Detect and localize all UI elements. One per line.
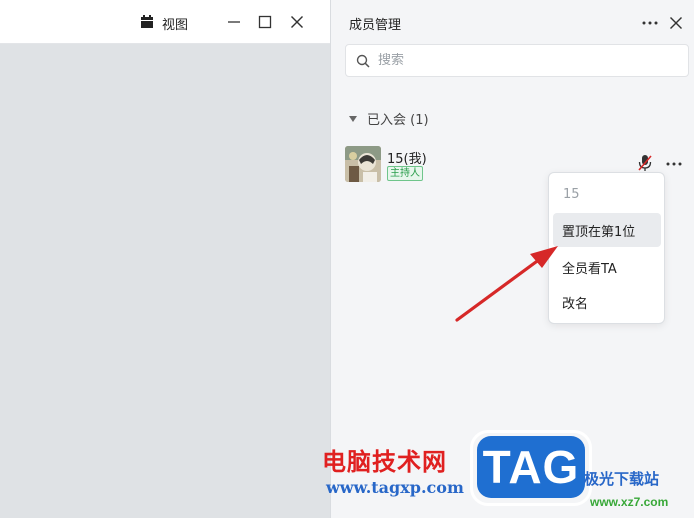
video-area (0, 44, 330, 518)
search-icon (356, 54, 370, 68)
view-button-label: 视图 (162, 17, 189, 33)
panel-close-button[interactable] (665, 12, 687, 34)
minimize-icon (228, 21, 240, 23)
joined-section-label: 已入会 (1) (367, 113, 429, 128)
member-context-menu: 15 置顶在第1位 全员看TA 改名 (548, 172, 665, 324)
watermark-site-url: www.tagxp.com (326, 478, 464, 497)
member-name: 15(我) (387, 152, 427, 167)
menu-item-spotlight[interactable]: 全员看TA (553, 250, 661, 284)
watermark-logo-text: TAG (482, 441, 580, 493)
search-box[interactable] (345, 44, 689, 77)
watermark-logo: TAG (477, 436, 585, 498)
main-toolbar: 视图 (0, 0, 330, 44)
avatar (345, 146, 381, 182)
view-icon (140, 14, 154, 33)
collapse-triangle-icon (349, 115, 357, 122)
menu-header: 15 (563, 187, 580, 202)
host-badge: 主持人 (387, 166, 423, 181)
panel-title: 成员管理 (349, 18, 402, 33)
menu-item-pin-top[interactable]: 置顶在第1位 (553, 213, 661, 247)
mic-muted-icon[interactable] (637, 154, 653, 172)
close-icon (670, 17, 682, 29)
panel-more-button[interactable] (639, 12, 661, 34)
search-input[interactable] (378, 53, 668, 68)
more-icon (666, 162, 682, 166)
watermark-site-name: 电脑技术网 (322, 448, 447, 476)
watermark-right-url: www.xz7.com (590, 495, 669, 509)
maximize-icon (258, 15, 272, 29)
member-more-button[interactable] (663, 156, 685, 172)
minimize-button[interactable] (224, 12, 244, 32)
menu-item-rename[interactable]: 改名 (553, 285, 661, 319)
more-icon (642, 21, 658, 25)
close-icon (291, 16, 303, 28)
view-button[interactable]: 视图 (140, 13, 188, 33)
close-window-button[interactable] (287, 12, 307, 32)
joined-section-header[interactable]: 已入会 (1) (349, 109, 429, 128)
maximize-button[interactable] (255, 12, 275, 32)
watermark-right-name: 极光下载站 (584, 470, 660, 488)
